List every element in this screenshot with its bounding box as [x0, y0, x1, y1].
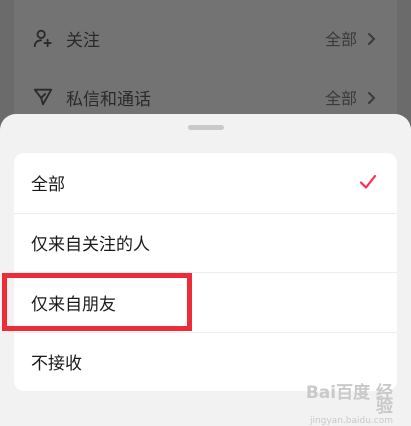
setting-label: 私信和通话 — [66, 89, 151, 110]
setting-value: 全部 — [324, 89, 357, 108]
checkmark-icon — [359, 173, 377, 191]
option-label: 不接收 — [31, 354, 82, 375]
send-icon — [32, 86, 54, 108]
option-list: 全部 仅来自关注的人 仅来自朋友 不接收 — [14, 153, 397, 391]
sheet-drag-handle[interactable] — [188, 125, 224, 130]
option-label: 仅来自关注的人 — [31, 235, 150, 256]
chevron-right-icon — [365, 31, 377, 45]
highlight-annotation-box — [2, 273, 192, 331]
setting-label: 关注 — [66, 30, 100, 51]
bottom-sheet: 全部 仅来自关注的人 仅来自朋友 不接收 — [0, 114, 411, 426]
watermark-brand: Bai百度 经验 — [305, 383, 393, 417]
chevron-right-icon — [365, 90, 377, 104]
watermark-url: jingyan.baidu.com — [309, 416, 393, 426]
setting-value: 全部 — [324, 30, 357, 49]
option-all[interactable]: 全部 — [14, 153, 397, 213]
option-following-only[interactable]: 仅来自关注的人 — [14, 212, 397, 273]
setting-row-follow[interactable]: 关注 全部 — [14, 8, 397, 68]
option-label: 全部 — [31, 175, 65, 196]
baidu-watermark: Bai百度 经验 jingyan.baidu.com — [303, 383, 393, 426]
user-plus-icon — [32, 27, 54, 49]
